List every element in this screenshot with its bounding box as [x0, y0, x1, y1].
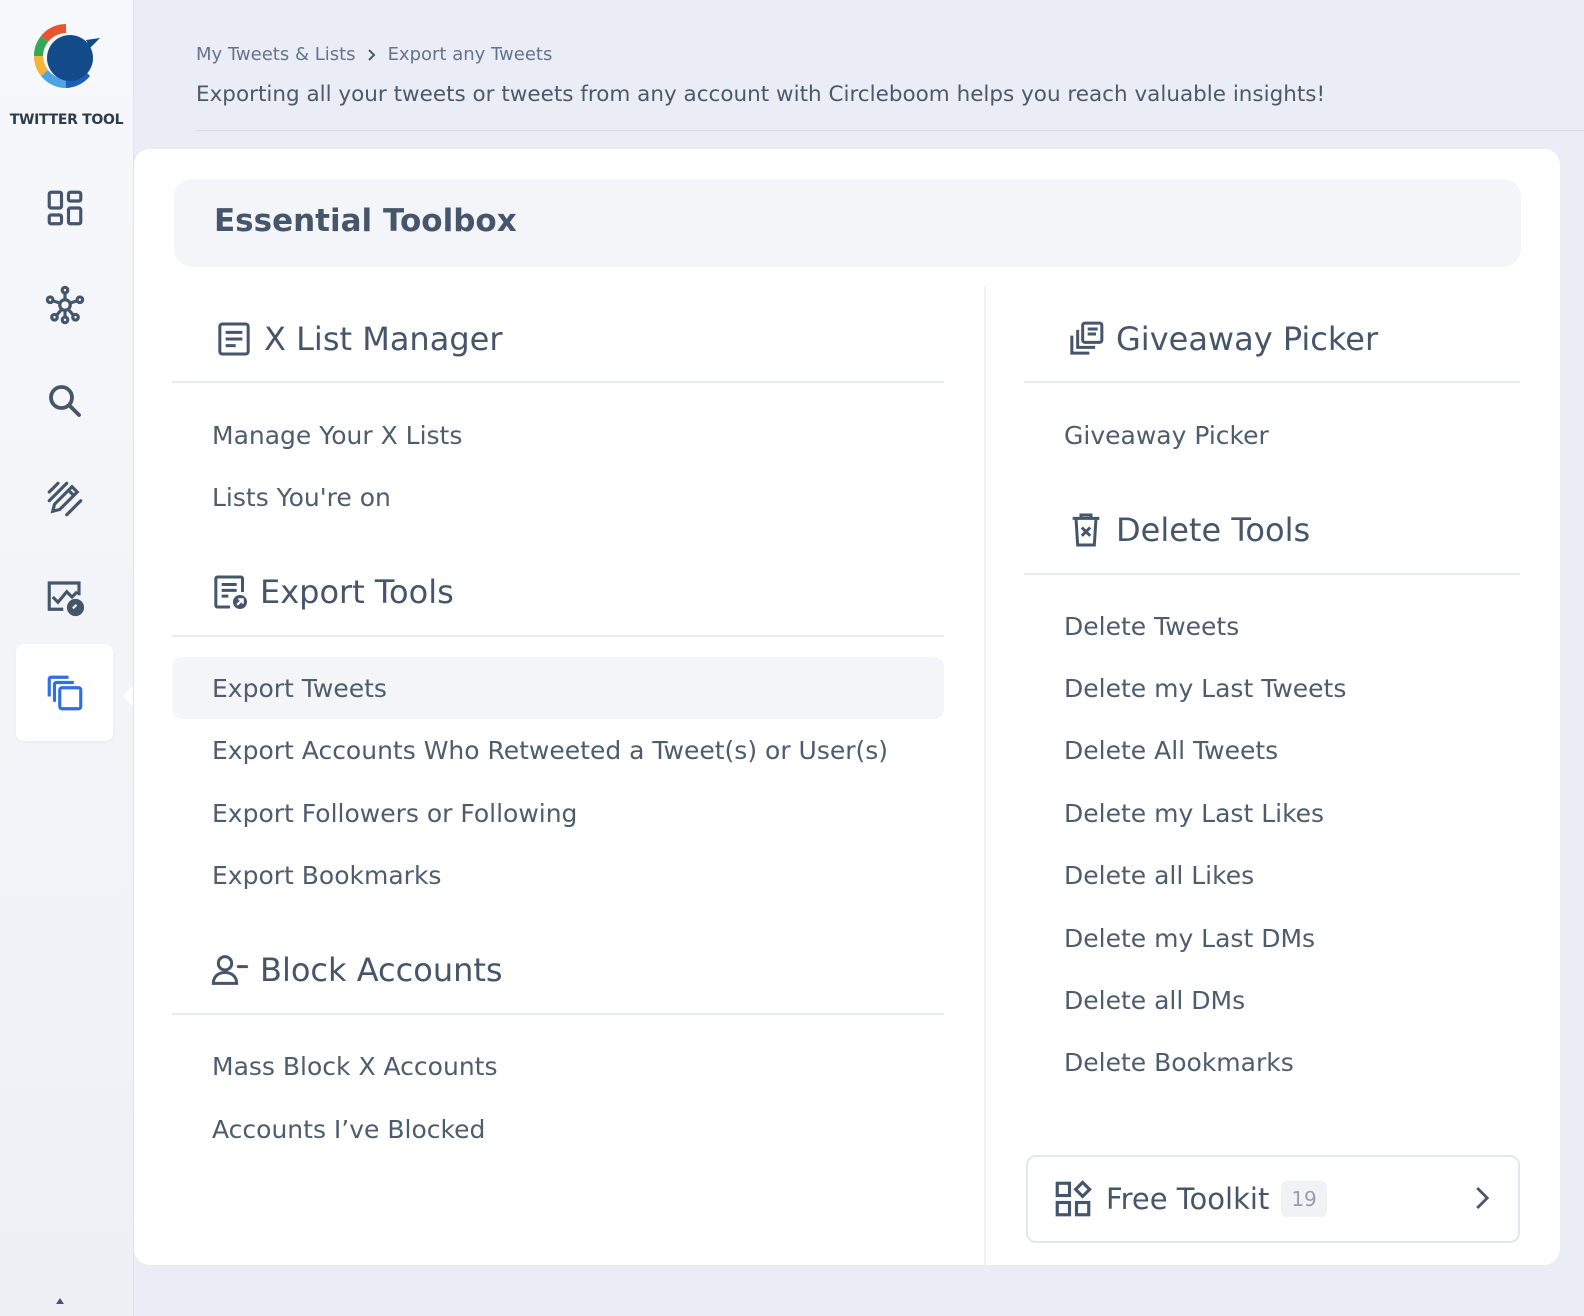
apps-grid-icon	[1055, 1180, 1092, 1217]
section-divider	[172, 635, 944, 637]
menu-item-lists-youre-on[interactable]: Lists You're on	[172, 466, 944, 528]
user-block-icon	[211, 955, 249, 985]
dashboard-icon	[47, 190, 82, 225]
breadcrumb: My Tweets & Lists Export any Tweets	[196, 44, 552, 65]
search-icon	[48, 384, 81, 417]
free-toolkit-label: Free Toolkit	[1106, 1182, 1270, 1216]
section-delete-tools-header: Delete Tools	[1066, 500, 1310, 560]
section-giveaway-title: Giveaway Picker	[1116, 320, 1379, 358]
menu-item-export-tweets[interactable]: Export Tweets	[172, 657, 944, 719]
section-list-manager-header: X List Manager	[214, 309, 502, 369]
menu-item-mass-block[interactable]: Mass Block X Accounts	[172, 1035, 944, 1097]
free-toolkit-count-badge: 19	[1281, 1181, 1327, 1217]
network-icon	[45, 285, 84, 324]
edit-icon	[47, 481, 82, 516]
section-divider	[172, 381, 944, 383]
menu-item-giveaway-picker[interactable]: Giveaway Picker	[1024, 404, 1520, 466]
menu-item-delete-bookmarks[interactable]: Delete Bookmarks	[1024, 1031, 1520, 1093]
section-divider	[1024, 381, 1520, 383]
trash-icon	[1072, 513, 1100, 547]
essential-toolbox-panel: Essential Toolbox X List Manager Manage …	[134, 149, 1560, 1265]
chevron-right-icon	[1476, 1187, 1490, 1209]
page-subtitle: Exporting all your tweets or tweets from…	[196, 82, 1326, 107]
menu-item-delete-last-likes[interactable]: Delete my Last Likes	[1024, 782, 1520, 844]
section-list-manager-title: X List Manager	[264, 320, 503, 358]
header-divider	[196, 130, 1584, 131]
panel-title: Essential Toolbox	[214, 203, 517, 239]
sidebar-item-edit[interactable]	[16, 450, 113, 547]
menu-item-export-bookmarks[interactable]: Export Bookmarks	[172, 844, 944, 906]
sidebar-item-search[interactable]	[16, 352, 113, 449]
menu-item-delete-all-likes[interactable]: Delete all Likes	[1024, 844, 1520, 906]
section-block-accounts-header: Block Accounts	[210, 940, 503, 1000]
menu-item-delete-last-dms[interactable]: Delete my Last DMs	[1024, 907, 1520, 969]
section-export-tools-header: Export Tools	[210, 562, 454, 622]
menu-item-delete-all-tweets[interactable]: Delete All Tweets	[1024, 719, 1520, 781]
sidebar-item-tools[interactable]	[16, 644, 113, 741]
active-indicator	[122, 686, 133, 706]
chevron-right-icon	[367, 48, 375, 61]
menu-item-delete-tweets[interactable]: Delete Tweets	[1024, 595, 1520, 657]
column-divider	[984, 287, 986, 1265]
sidebar-more-icon[interactable]	[53, 1296, 67, 1316]
menu-item-manage-lists[interactable]: Manage Your X Lists	[172, 404, 944, 466]
giveaway-cards-icon	[1070, 321, 1104, 355]
sidebar: TWITTER TOOL	[0, 0, 134, 1316]
breadcrumb-item-my-tweets[interactable]: My Tweets & Lists	[196, 44, 356, 65]
section-divider	[1024, 573, 1520, 575]
sidebar-item-analytics[interactable]	[16, 548, 113, 645]
sidebar-item-network[interactable]	[16, 256, 113, 353]
list-document-icon	[218, 322, 250, 356]
section-export-tools-title: Export Tools	[260, 573, 454, 611]
menu-item-delete-last-tweets[interactable]: Delete my Last Tweets	[1024, 657, 1520, 719]
logo-text: TWITTER TOOL	[9, 112, 124, 128]
breadcrumb-item-current: Export any Tweets	[387, 44, 553, 65]
circleboom-logo[interactable]	[28, 18, 104, 94]
menu-item-export-followers[interactable]: Export Followers or Following	[172, 782, 944, 844]
sidebar-item-dashboard[interactable]	[16, 159, 113, 256]
free-toolkit-button[interactable]: Free Toolkit 19	[1026, 1155, 1520, 1243]
analytics-icon	[47, 580, 84, 616]
menu-item-export-retweeters[interactable]: Export Accounts Who Retweeted a Tweet(s)…	[172, 719, 944, 781]
menu-item-delete-all-dms[interactable]: Delete all DMs	[1024, 969, 1520, 1031]
section-divider	[172, 1013, 944, 1015]
panel-header: Essential Toolbox	[174, 179, 1521, 267]
tools-icon	[47, 675, 82, 710]
section-block-accounts-title: Block Accounts	[260, 951, 503, 989]
section-delete-tools-title: Delete Tools	[1116, 511, 1311, 549]
menu-item-accounts-blocked[interactable]: Accounts I’ve Blocked	[172, 1098, 944, 1160]
section-giveaway-header: Giveaway Picker	[1066, 309, 1378, 369]
export-document-icon	[214, 575, 247, 609]
